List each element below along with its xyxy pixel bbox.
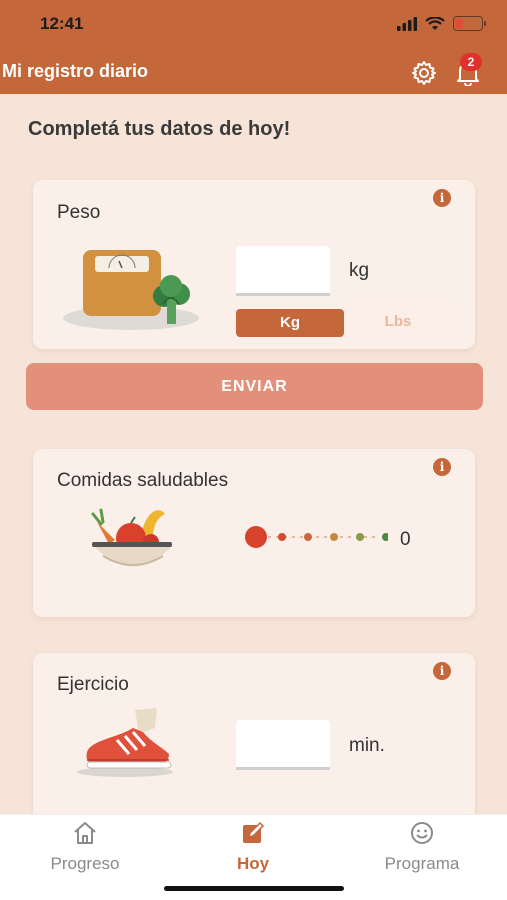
status-time: 12:41 [40, 14, 84, 33]
cellular-signal-icon [397, 16, 417, 31]
meals-card-title: Comidas saludables [57, 470, 229, 491]
home-indicator [164, 886, 344, 891]
weight-unit-label: kg [349, 260, 370, 281]
exercise-unit-label: min. [349, 735, 385, 756]
meals-slider-step[interactable] [330, 533, 338, 541]
tab-programa[interactable]: Programa [347, 821, 497, 874]
battery-icon [453, 16, 486, 31]
info-icon[interactable]: i [433, 458, 451, 476]
tab-hoy[interactable]: Hoy [178, 821, 328, 874]
tab-hoy-label: Hoy [236, 854, 270, 873]
header-title: Mi registro diario [2, 61, 149, 81]
unit-lbs-button[interactable]: Lbs [344, 303, 452, 341]
meals-slider-step[interactable] [304, 533, 312, 541]
tab-progreso[interactable]: Progreso [10, 821, 160, 874]
unit-kg-button[interactable]: Kg [236, 309, 344, 337]
tab-programa-label: Programa [384, 854, 460, 873]
gear-icon [412, 61, 436, 85]
page-heading: Completá tus datos de hoy! [28, 118, 291, 140]
meals-count: 0 [400, 529, 411, 550]
info-icon[interactable]: i [433, 662, 451, 680]
exercise-input[interactable] [236, 720, 330, 770]
status-bar: 12:41 [0, 0, 507, 50]
sneaker-illustration [77, 708, 173, 777]
wifi-icon [425, 16, 445, 30]
meals-slider-step[interactable] [382, 533, 388, 541]
info-icon[interactable]: i [433, 189, 451, 207]
meals-slider[interactable] [218, 522, 388, 552]
scale-illustration [63, 250, 199, 330]
smiley-icon [411, 822, 433, 844]
meals-slider-handle[interactable] [245, 526, 267, 548]
home-icon [74, 822, 96, 844]
exercise-card-title: Ejercicio [57, 674, 129, 695]
notification-badge: 2 [460, 53, 482, 71]
meals-slider-step[interactable] [278, 533, 286, 541]
weight-card-title: Peso [57, 202, 101, 223]
status-icons [397, 16, 487, 31]
settings-button[interactable] [409, 58, 439, 88]
fruit-bowl-illustration [91, 508, 172, 567]
app-header: Mi registro diario [0, 50, 507, 94]
edit-icon [243, 821, 265, 843]
weight-input[interactable] [236, 246, 330, 296]
submit-button[interactable]: ENVIAR [26, 363, 483, 410]
meals-slider-step[interactable] [356, 533, 364, 541]
meals-card: Comidas saludables i 0 [33, 449, 475, 617]
tab-progreso-label: Progreso [50, 854, 120, 873]
